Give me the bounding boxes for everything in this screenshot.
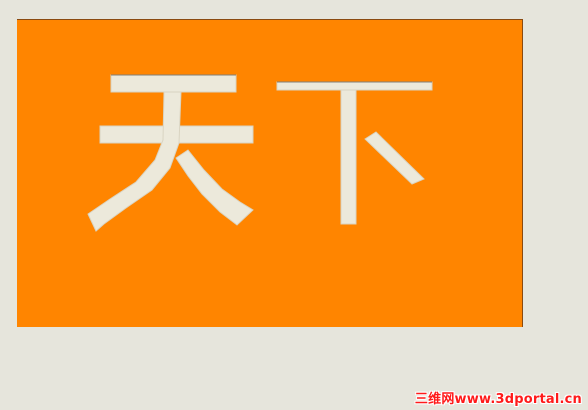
characters-artwork <box>87 74 433 232</box>
character-xia-glyph <box>276 81 433 225</box>
character-tian-glyph <box>87 74 254 232</box>
watermark-text: 三维网www.3dportal.cn <box>414 392 582 407</box>
